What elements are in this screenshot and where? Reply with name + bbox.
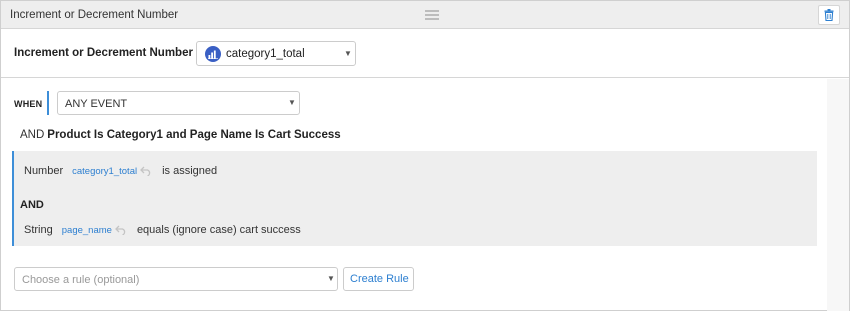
event-select-value: ANY EVENT: [65, 98, 128, 110]
create-rule-button[interactable]: Create Rule: [343, 267, 414, 291]
undo-arrow-icon[interactable]: [139, 165, 153, 177]
rule-select[interactable]: Choose a rule (optional) ▼: [14, 267, 338, 291]
when-label: WHEN: [14, 99, 43, 109]
delete-button[interactable]: [818, 5, 840, 25]
clause-operator: equals (ignore case) cart success: [136, 224, 301, 236]
rule-select-placeholder: Choose a rule (optional): [22, 274, 140, 286]
setting-row: Increment or Decrement Number by categor…: [1, 30, 849, 78]
setting-label: Increment or Decrement Number by: [14, 47, 210, 59]
when-accent-bar: [47, 91, 49, 115]
condition-and-label: AND: [20, 129, 45, 141]
create-rule-label: Create Rule: [350, 273, 409, 285]
clause-type: Number: [24, 165, 64, 177]
variable-select-value: category1_total: [226, 48, 305, 60]
event-select[interactable]: ANY EVENT ▼: [57, 91, 300, 115]
clause-variable-link[interactable]: page_name: [62, 225, 112, 236]
clause-variable-link[interactable]: category1_total: [72, 166, 137, 177]
condition-box: Number category1_total is assigned AND S…: [12, 151, 817, 246]
panel-header: Increment or Decrement Number: [1, 1, 849, 29]
panel-title: Increment or Decrement Number: [10, 9, 179, 21]
clause-type: String: [24, 224, 53, 236]
chevron-down-icon: ▼: [288, 98, 296, 107]
variable-select[interactable]: category1_total ▼: [196, 41, 356, 66]
chevron-down-icon: ▼: [344, 49, 352, 58]
extension-panel: Increment or Decrement Number Increment …: [0, 0, 850, 311]
trash-icon: [824, 9, 834, 21]
condition-clause: Number category1_total is assigned: [24, 165, 217, 177]
undo-arrow-icon[interactable]: [114, 224, 128, 236]
clause-joiner: AND: [20, 199, 44, 211]
condition-clause: String page_name equals (ignore case) ca…: [24, 224, 301, 236]
clause-operator: is assigned: [162, 165, 218, 177]
chevron-down-icon: ▼: [327, 274, 335, 283]
scrollbar-track[interactable]: [827, 79, 849, 311]
drag-handle-icon[interactable]: [425, 10, 439, 21]
condition-summary: Product Is Category1 and Page Name Is Ca…: [47, 129, 341, 141]
condition-summary-row: AND Product Is Category1 and Page Name Is…: [20, 129, 341, 141]
bar-chart-icon: [205, 46, 221, 62]
